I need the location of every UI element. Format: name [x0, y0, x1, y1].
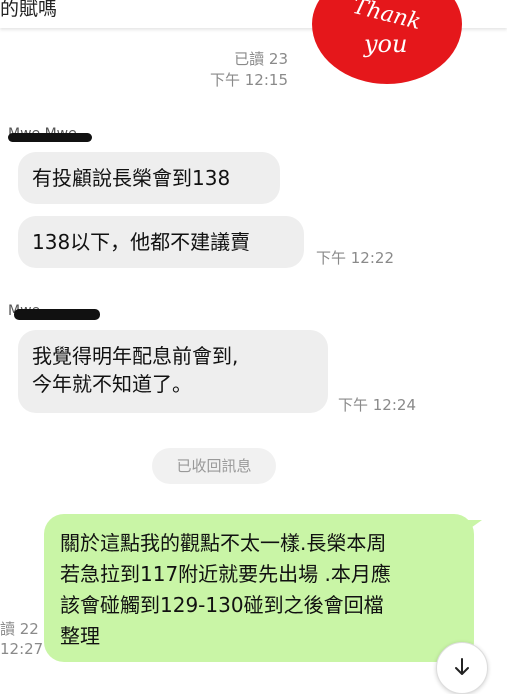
message-time: 下午 12:24 [338, 396, 416, 414]
message-bubble[interactable]: 我覺得明年配息前會到, 今年就不知道了。 [18, 330, 328, 413]
message-text-line: 今年就不知道了。 [32, 372, 192, 396]
my-message-bubble[interactable]: 關於這點我的觀點不太一樣.長榮本周 若急拉到117附近就要先出場 .本月應 該會… [44, 514, 474, 662]
message-time: 12:27 [0, 640, 44, 658]
scroll-to-bottom-button[interactable] [436, 642, 488, 694]
message-bubble[interactable]: 138以下，他都不建議賣 [18, 216, 304, 268]
bubble-tail [468, 520, 482, 530]
message-text: 有投顧說長榮會到138 [32, 166, 231, 190]
name-redaction [14, 309, 100, 320]
message-text-line: 若急拉到117附近就要先出場 .本月應 [60, 562, 391, 586]
message-text-line: 該會碰觸到129-130碰到之後會回檔 [60, 593, 384, 617]
read-receipt: 已讀 23 [234, 50, 288, 68]
message-bubble[interactable]: 有投顧說長榮會到138 [18, 152, 280, 204]
message-time: 下午 12:22 [316, 249, 394, 267]
read-receipt: 讀 22 [0, 620, 39, 638]
arrow-down-icon [455, 658, 469, 675]
sticker-text-line2: you [364, 30, 408, 58]
message-text-line: 整理 [60, 624, 100, 648]
chat-title: 的賦嗎 [0, 0, 58, 20]
message-text-line: 關於這點我的觀點不太一樣.長榮本周 [60, 531, 387, 555]
thank-you-sticker[interactable]: Thank you [312, 0, 462, 84]
message-text-line: 我覺得明年配息前會到, [32, 344, 239, 368]
recalled-message-notice: 已收回訊息 [152, 448, 276, 484]
message-time: 下午 12:15 [210, 71, 288, 89]
name-redaction [8, 133, 92, 142]
message-text: 138以下，他都不建議賣 [32, 230, 251, 254]
